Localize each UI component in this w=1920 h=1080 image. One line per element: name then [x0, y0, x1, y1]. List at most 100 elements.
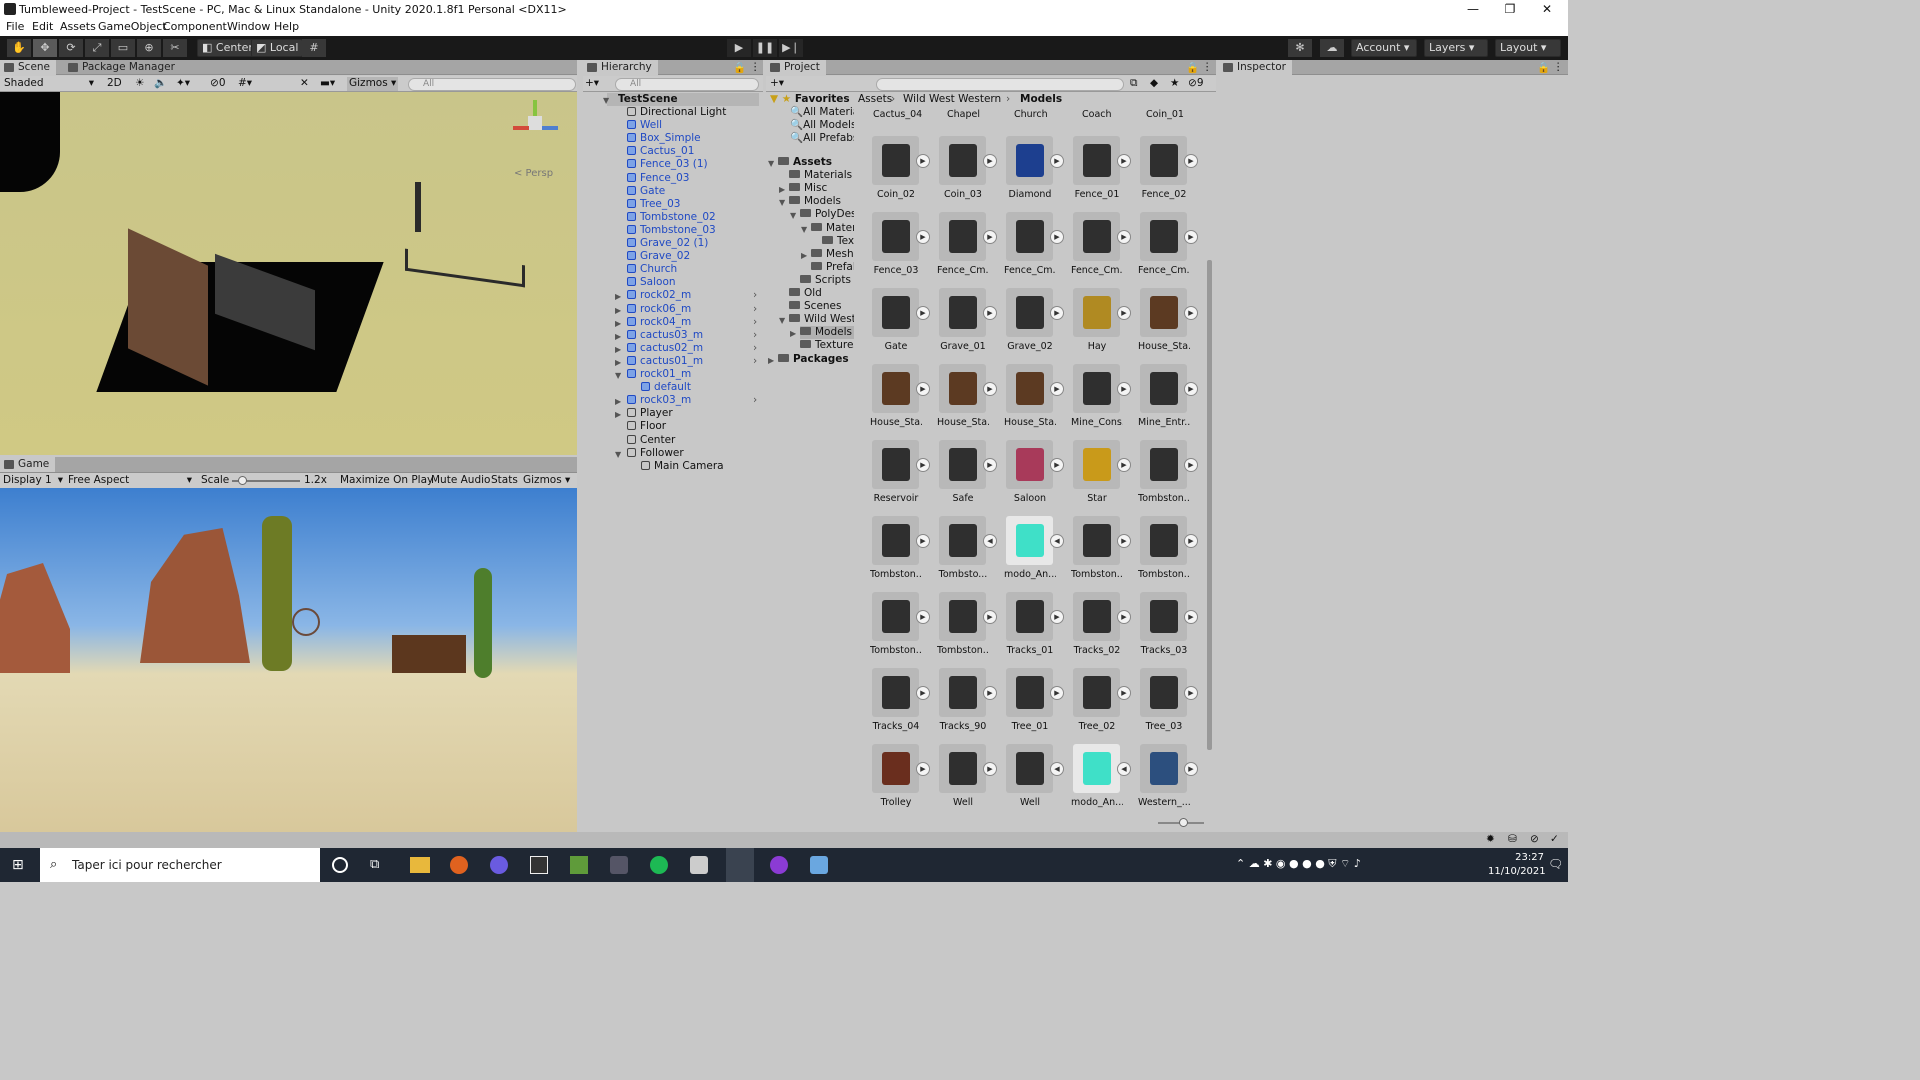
expand-arrow-icon[interactable]: ▼ — [768, 158, 774, 170]
expand-asset-icon[interactable]: ▶ — [916, 154, 930, 168]
notes-icon[interactable] — [810, 856, 828, 874]
menu-component[interactable]: Component — [163, 20, 227, 33]
account-dropdown[interactable]: Account ▾ — [1351, 39, 1417, 57]
project-tree-item[interactable]: ▼ Models — [779, 195, 841, 208]
hierarchy-item[interactable]: Tombstone_03 — [627, 224, 716, 237]
project-tree-item[interactable]: Scenes — [789, 300, 841, 313]
expand-arrow-icon[interactable]: ▶ — [615, 291, 621, 303]
expand-arrow-icon[interactable]: ▶ — [615, 344, 621, 356]
expand-asset-icon[interactable]: ▶ — [983, 154, 997, 168]
expand-arrow-icon[interactable]: ▼ — [603, 95, 609, 107]
asset-item[interactable]: ▶ Well — [937, 744, 1003, 820]
tab-inspector[interactable]: Inspector — [1219, 60, 1292, 75]
expand-arrow-icon[interactable]: ▶ — [615, 318, 621, 330]
hierarchy-item[interactable]: ▶ rock03_m › — [615, 394, 757, 407]
play-button[interactable]: ▶ — [727, 39, 751, 57]
asset-item[interactable]: ▶ House_Sta... — [1138, 288, 1204, 364]
hierarchy-item[interactable]: ▼ Follower — [615, 447, 684, 460]
asset-item[interactable]: ▶ Fence_02 — [1138, 136, 1204, 212]
hierarchy-item[interactable]: ▶ rock06_m › — [615, 303, 757, 316]
expand-asset-icon[interactable]: ▶ — [1050, 686, 1064, 700]
expand-asset-icon[interactable]: ▶ — [1050, 306, 1064, 320]
unity-hub-icon[interactable] — [610, 856, 628, 874]
hand-tool-icon[interactable]: ✋ — [7, 39, 31, 57]
clock-time[interactable]: 23:27 — [1496, 852, 1544, 863]
prefab-open-icon[interactable]: › — [753, 316, 757, 328]
expand-arrow-icon[interactable]: ▼ — [779, 315, 785, 327]
project-menu-icon[interactable]: ⋮ — [1202, 61, 1213, 73]
expand-asset-icon[interactable]: ▶ — [1117, 458, 1131, 472]
prefab-open-icon[interactable]: › — [753, 355, 757, 367]
project-tree-item[interactable]: ▶ Packages — [768, 353, 849, 366]
scene-viewport[interactable]: < Persp — [0, 92, 577, 455]
expand-asset-icon[interactable]: ◀ — [1117, 762, 1131, 776]
hidden-packages-icon[interactable]: ⊘9 — [1188, 77, 1204, 91]
menu-gameobject[interactable]: GameObject — [98, 20, 167, 33]
auto-generate-icon[interactable]: ✓ — [1550, 833, 1559, 845]
favorite-star-icon[interactable]: ★ — [1170, 77, 1179, 91]
project-tree-item[interactable]: ▼ PolyDes — [790, 208, 854, 221]
expand-asset-icon[interactable]: ▶ — [1050, 458, 1064, 472]
favorite-item[interactable]: 🔍All Materia — [790, 106, 854, 119]
expand-asset-icon[interactable]: ▶ — [1184, 382, 1198, 396]
hierarchy-item[interactable]: ▶ cactus03_m › — [615, 329, 757, 342]
minecraft-icon[interactable] — [570, 856, 588, 874]
collab-icon[interactable]: ✻ — [1288, 39, 1312, 57]
hierarchy-item[interactable]: Tombstone_02 — [627, 211, 716, 224]
expand-asset-icon[interactable]: ▶ — [916, 762, 930, 776]
expand-asset-icon[interactable]: ▶ — [1184, 230, 1198, 244]
firefox-icon[interactable] — [450, 856, 468, 874]
expand-asset-icon[interactable]: ▶ — [916, 458, 930, 472]
asset-item[interactable]: ▶ Western_... — [1138, 744, 1204, 820]
prefab-open-icon[interactable]: › — [753, 303, 757, 315]
asset-label[interactable]: Chapel — [947, 109, 980, 120]
project-tree-item[interactable]: Scripts — [800, 274, 851, 287]
expand-asset-icon[interactable]: ◀ — [1050, 762, 1064, 776]
expand-asset-icon[interactable]: ▶ — [1050, 382, 1064, 396]
grid-snap-icon[interactable]: # — [302, 39, 326, 57]
persp-label[interactable]: < Persp — [514, 168, 553, 179]
maximize-button[interactable]: ❐ — [1491, 0, 1529, 19]
windows-start-icon[interactable]: ⊞ — [12, 858, 28, 872]
asset-label[interactable]: Coin_01 — [1146, 109, 1184, 120]
asset-item[interactable]: ▶ Tree_03 — [1138, 668, 1204, 744]
expand-asset-icon[interactable]: ▶ — [983, 610, 997, 624]
asset-item[interactable]: ▶ Gate — [870, 288, 936, 364]
expand-arrow-icon[interactable]: ▼ — [615, 449, 621, 461]
tab-project[interactable]: Project — [766, 60, 826, 75]
expand-asset-icon[interactable]: ▶ — [983, 306, 997, 320]
hierarchy-item[interactable]: Cactus_01 — [627, 145, 694, 158]
prefab-open-icon[interactable]: › — [753, 329, 757, 341]
hierarchy-item[interactable]: Grave_02 (1) — [627, 237, 708, 250]
unity-taskbar-icon[interactable] — [726, 848, 754, 882]
expand-arrow-icon[interactable]: ▶ — [768, 355, 774, 367]
menu-edit[interactable]: Edit — [32, 20, 53, 33]
asset-item[interactable]: ▶ Tracks_01 — [1004, 592, 1070, 668]
audio-toggle-icon[interactable]: 🔈 — [154, 77, 167, 91]
hierarchy-item[interactable]: ▶ rock04_m › — [615, 316, 757, 329]
asset-item[interactable]: ▶ Tree_02 — [1071, 668, 1137, 744]
expand-arrow-icon[interactable]: ▼ — [779, 197, 785, 209]
prefab-open-icon[interactable]: › — [753, 289, 757, 301]
expand-asset-icon[interactable]: ▶ — [1050, 610, 1064, 624]
project-scrollbar[interactable] — [1207, 260, 1212, 750]
asset-item[interactable]: ▶ Saloon — [1004, 440, 1070, 516]
pivot-center-button[interactable]: ◧ Center — [197, 39, 258, 57]
scale-slider-handle[interactable] — [238, 476, 247, 485]
asset-item[interactable]: ▶ Fence_Cm... — [937, 212, 1003, 288]
project-search-input[interactable] — [876, 78, 1124, 91]
expand-asset-icon[interactable]: ▶ — [1117, 686, 1131, 700]
effects-toggle-icon[interactable]: ✦▾ — [176, 77, 190, 91]
asset-item[interactable]: ▶ Tracks_90 — [937, 668, 1003, 744]
asset-label[interactable]: Coach — [1082, 109, 1112, 120]
project-tree-item[interactable]: ▶ Misc — [779, 182, 827, 195]
asset-item[interactable]: ▶ Fence_01 — [1071, 136, 1137, 212]
expand-arrow-icon[interactable]: ▶ — [801, 250, 807, 262]
hierarchy-item[interactable]: Grave_02 — [627, 250, 690, 263]
project-tree-item[interactable]: Tex — [822, 235, 854, 248]
rect-tool-icon[interactable]: ▭ — [111, 39, 135, 57]
minimize-button[interactable]: — — [1454, 0, 1492, 19]
spotify-icon[interactable] — [650, 856, 668, 874]
hierarchy-search-input[interactable]: All — [615, 78, 759, 91]
expand-asset-icon[interactable]: ▶ — [1184, 762, 1198, 776]
